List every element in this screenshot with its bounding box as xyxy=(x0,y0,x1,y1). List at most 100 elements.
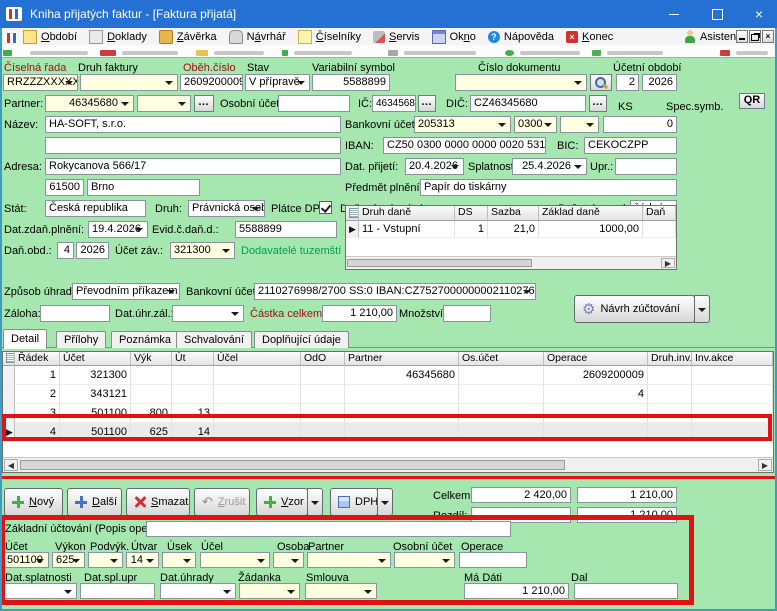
f-ucel-combo[interactable] xyxy=(200,552,270,568)
document-search-button[interactable] xyxy=(590,74,612,91)
grid-col-operace[interactable]: Operace xyxy=(544,352,648,366)
grid-cell[interactable] xyxy=(214,404,301,423)
grid-cell[interactable] xyxy=(301,423,345,442)
menu-doklady[interactable]: Doklady xyxy=(83,28,153,45)
f-usek-combo[interactable] xyxy=(162,552,196,568)
dan-obd-mesic-field[interactable]: 4 xyxy=(57,242,74,259)
mdi-minimize-button[interactable] xyxy=(736,30,748,43)
smazat-button[interactable]: Smazat xyxy=(126,488,190,516)
f-ucet-combo[interactable]: 501100 xyxy=(3,552,49,568)
grid-cell[interactable]: 3 xyxy=(15,404,60,423)
grid-cell[interactable] xyxy=(301,366,345,385)
f-operace-field[interactable] xyxy=(459,552,527,568)
grid-cell[interactable] xyxy=(214,385,301,404)
platce-dph-checkbox[interactable] xyxy=(319,201,332,214)
evid-c-dan-d-field[interactable]: 5588899 xyxy=(235,221,337,238)
psc-field[interactable]: 61500 xyxy=(45,179,84,196)
grid-cell[interactable]: 800 xyxy=(131,404,172,423)
grid-cell[interactable] xyxy=(459,385,544,404)
grid-cell[interactable] xyxy=(692,385,773,404)
f-podvyk-combo[interactable] xyxy=(88,552,123,568)
f-utvar-combo[interactable]: 14 xyxy=(126,552,159,568)
zpusob-uhrady-combo[interactable]: Převodním příkazem xyxy=(72,283,180,300)
menu-navrhar[interactable]: Návrhář xyxy=(223,28,292,45)
vzor-dropdown[interactable] xyxy=(307,488,323,516)
druh-combo[interactable]: Právnická osoba xyxy=(188,200,265,217)
splatnost-combo[interactable]: 25.4.2026 xyxy=(512,158,587,175)
partner-browse-button[interactable]: … xyxy=(194,95,214,112)
tax-cell[interactable] xyxy=(643,221,676,238)
mnozstvi-field[interactable] xyxy=(443,305,491,322)
grid-cell[interactable] xyxy=(345,404,459,423)
druh-faktury-combo[interactable] xyxy=(80,74,178,91)
grid-cell[interactable] xyxy=(648,385,692,404)
menu-napoveda[interactable]: ?Nápověda xyxy=(482,28,560,45)
menu-konec[interactable]: ×Konec xyxy=(560,28,619,45)
stav-combo[interactable]: V přípravě xyxy=(245,74,310,91)
scrollbar-thumb[interactable] xyxy=(347,259,532,267)
tab-detail[interactable]: Detail xyxy=(3,329,47,349)
bic-field[interactable]: CEKOCZPP xyxy=(584,137,677,154)
grid-cell[interactable] xyxy=(544,423,648,442)
grid-cell[interactable]: 13 xyxy=(172,404,214,423)
f-osobni-ucet-combo[interactable] xyxy=(394,552,455,568)
grid-cell[interactable] xyxy=(214,366,301,385)
grid-cell[interactable] xyxy=(459,423,544,442)
grid-col-inv-akce[interactable]: Inv.akce xyxy=(692,352,773,366)
grid-cell[interactable] xyxy=(131,385,172,404)
tax-hscrollbar[interactable]: ▶ xyxy=(346,256,676,269)
dph-button[interactable]: DPH xyxy=(330,488,378,516)
dat-uhr-zal-combo[interactable] xyxy=(172,305,244,322)
grid-cell[interactable]: 321300 xyxy=(60,366,131,385)
maximize-button[interactable] xyxy=(697,0,737,28)
grid-cell[interactable]: 1 xyxy=(15,366,60,385)
grid-hscrollbar[interactable]: ◀ ▶ xyxy=(3,457,773,472)
ucet-zav-combo[interactable]: 321300 xyxy=(170,242,235,259)
vzor-button[interactable]: Vzor xyxy=(256,488,308,516)
grid-cell[interactable] xyxy=(692,366,773,385)
grid-cell[interactable] xyxy=(692,404,773,423)
scroll-left-arrow[interactable]: ◀ xyxy=(4,459,18,471)
adresa-field[interactable]: Rokycanova 566/17 xyxy=(45,158,341,175)
nazev2-field[interactable] xyxy=(45,137,341,154)
popis-operace-field[interactable] xyxy=(146,521,511,537)
grid-cell[interactable] xyxy=(648,404,692,423)
grid-cell[interactable]: 46345680 xyxy=(345,366,459,385)
iban-field[interactable]: CZ50 0300 0000 0000 0020 5313 xyxy=(383,137,546,154)
upr-field[interactable] xyxy=(615,158,677,175)
menu-okno[interactable]: Okno xyxy=(426,28,482,45)
menu-ciselniky[interactable]: Číselníky xyxy=(292,28,367,45)
partner-combo-2[interactable] xyxy=(137,95,191,112)
tax-cell[interactable]: 1 xyxy=(455,221,488,238)
dic-browse-button[interactable]: … xyxy=(589,95,607,112)
tax-cell[interactable]: 21,0 xyxy=(488,221,539,238)
nazev-field[interactable]: HA-SOFT, s.r.o. xyxy=(45,116,341,133)
tax-cell[interactable]: 11 - Vstupní xyxy=(359,221,455,238)
menu-zaverka[interactable]: Závěrka xyxy=(153,28,223,45)
grid-col-radek[interactable]: Řádek xyxy=(15,352,60,366)
tax-col-zaklad-dane[interactable]: Základ daně xyxy=(539,206,643,221)
navrh-zuctovani-button[interactable]: ⚙ Návrh zúčtování xyxy=(574,295,695,323)
grid-cell[interactable] xyxy=(648,366,692,385)
scrollbar-thumb[interactable] xyxy=(20,460,565,470)
mesto-field[interactable]: Brno xyxy=(87,179,200,196)
grid-cell[interactable]: 2 xyxy=(15,385,60,404)
ic-browse-button[interactable]: … xyxy=(418,95,436,112)
grid-cell[interactable] xyxy=(648,423,692,442)
f-partner-combo[interactable] xyxy=(307,552,391,568)
ucetni-obdobi-mesic-field[interactable]: 2 xyxy=(616,74,639,91)
scroll-right-arrow[interactable]: ▶ xyxy=(661,258,675,268)
grid-cell[interactable] xyxy=(172,366,214,385)
grid-cell[interactable]: 4 xyxy=(15,423,60,442)
tax-col-druh-dane[interactable]: Druh daně xyxy=(359,206,455,221)
variabilni-symbol-field[interactable]: 5588899 xyxy=(312,74,390,91)
mdi-close-button[interactable]: × xyxy=(762,30,774,43)
dalsi-button[interactable]: Další xyxy=(67,488,122,516)
dan-obd-rok-field[interactable]: 2026 xyxy=(76,242,109,259)
grid-col-partner[interactable]: Partner xyxy=(345,352,459,366)
smlouva-combo[interactable] xyxy=(305,583,377,599)
novy-button[interactable]: Nový xyxy=(4,488,63,516)
tax-col-sazba[interactable]: Sazba xyxy=(488,206,539,221)
grid-cell[interactable]: 501100 xyxy=(60,404,131,423)
tab-doplnujici-udaje[interactable]: Doplňující údaje xyxy=(254,331,349,348)
